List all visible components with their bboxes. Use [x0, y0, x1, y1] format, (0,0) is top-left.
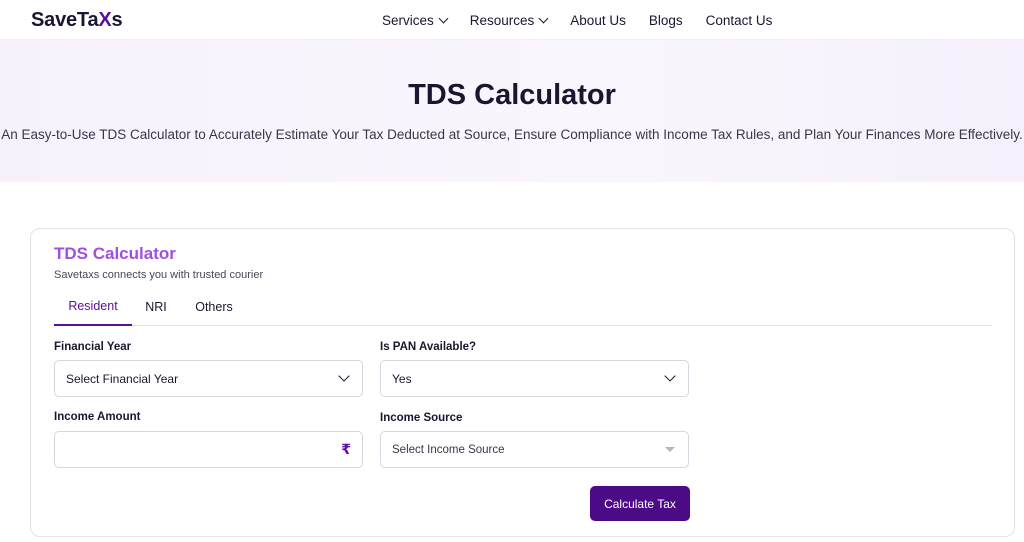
- financial-year-select[interactable]: Select Financial Year: [54, 360, 363, 397]
- pan-available-label: Is PAN Available?: [380, 341, 477, 353]
- hero-banner: TDS Calculator An Easy-to-Use TDS Calcul…: [0, 40, 1024, 182]
- nav-about-us-label: About Us: [570, 12, 626, 28]
- tab-others[interactable]: Others: [194, 287, 234, 326]
- income-source-select[interactable]: Select Income Source: [380, 431, 689, 468]
- chevron-down-icon: [438, 13, 449, 23]
- calculator-subtitle: Savetaxs connects you with trusted couri…: [54, 269, 264, 281]
- calculate-tax-button[interactable]: Calculate Tax: [590, 486, 690, 521]
- tab-resident[interactable]: Resident: [54, 287, 132, 326]
- income-amount-label: Income Amount: [54, 411, 141, 423]
- top-navbar: SaveTaXs Services Resources About Us Blo…: [0, 0, 1024, 40]
- nav-resources[interactable]: Resources: [469, 12, 549, 28]
- chevron-down-icon: [538, 13, 549, 23]
- nav-services-label: Services: [382, 12, 434, 28]
- tab-nri[interactable]: NRI: [142, 287, 170, 326]
- nav-blogs-label: Blogs: [648, 12, 683, 28]
- nav-blogs[interactable]: Blogs: [649, 13, 683, 28]
- income-source-value: Select Income Source: [392, 443, 505, 456]
- pan-available-value: Yes: [392, 371, 412, 386]
- nav-resources-label: Resources: [469, 12, 535, 28]
- financial-year-label: Financial Year: [54, 341, 132, 353]
- rupee-icon: ₹: [341, 441, 351, 457]
- page-subtitle: An Easy-to-Use TDS Calculator to Accurat…: [1, 127, 1023, 142]
- residency-tabs: Resident NRI Others: [54, 287, 992, 326]
- income-amount-input[interactable]: ₹: [54, 431, 363, 468]
- financial-year-value: Select Financial Year: [66, 371, 179, 386]
- nav-contact-us[interactable]: Contact Us: [706, 13, 773, 28]
- logo-text-suffix: s: [111, 9, 123, 31]
- nav-contact-us-label: Contact Us: [705, 12, 773, 28]
- page-title: TDS Calculator: [408, 79, 616, 111]
- income-source-label: Income Source: [380, 412, 463, 424]
- main-menu: Services Resources About Us Blogs Contac…: [382, 0, 772, 40]
- logo-text: SaveTa: [31, 9, 99, 31]
- pan-available-select[interactable]: Yes: [380, 360, 689, 397]
- caret-down-icon: [665, 447, 675, 452]
- savetaxs-logo[interactable]: SaveTaXs: [31, 9, 123, 32]
- logo-x-mark: X: [98, 9, 112, 31]
- nav-about-us[interactable]: About Us: [570, 13, 626, 28]
- tds-calculator-card: TDS Calculator Savetaxs connects you wit…: [30, 228, 1015, 537]
- nav-services[interactable]: Services: [382, 12, 449, 28]
- chevron-down-icon: [664, 370, 676, 382]
- calculator-title: TDS Calculator: [54, 244, 176, 263]
- chevron-down-icon: [338, 370, 350, 382]
